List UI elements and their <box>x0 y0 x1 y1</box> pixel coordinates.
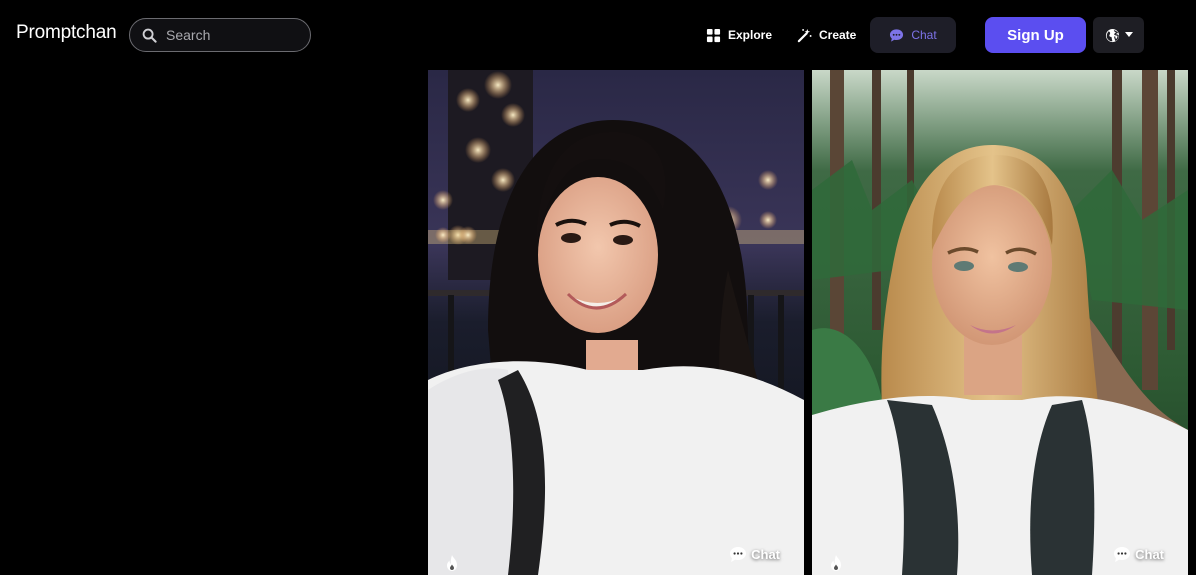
nav-create-button[interactable]: Create <box>789 17 864 53</box>
nav-create-label: Create <box>819 28 857 42</box>
nav-explore-button[interactable]: Explore <box>698 17 780 53</box>
search-box[interactable] <box>129 18 311 52</box>
character-image <box>812 70 1188 575</box>
sign-up-button[interactable]: Sign Up <box>985 17 1086 53</box>
card-chat-button[interactable]: Chat <box>729 546 780 563</box>
nav-chat-label: Chat <box>911 28 937 42</box>
nav-chat-button[interactable]: Chat <box>870 17 956 53</box>
chat-bubble-icon <box>730 547 747 562</box>
chat-bubble-icon <box>890 28 904 42</box>
search-input[interactable] <box>166 27 296 43</box>
fire-icon <box>831 555 841 571</box>
site-logo[interactable]: Promptchan <box>16 22 117 44</box>
grid-icon <box>706 28 721 42</box>
character-card[interactable]: Chat <box>812 70 1188 575</box>
top-navigation-bar: Promptchan Explore Create <box>0 0 1196 70</box>
search-icon <box>142 28 157 43</box>
fire-icon <box>447 555 457 571</box>
language-selector[interactable] <box>1093 17 1144 53</box>
character-card[interactable]: Chat <box>428 70 804 575</box>
character-image <box>428 70 804 575</box>
caret-down-icon <box>1124 32 1133 37</box>
magic-wand-icon <box>797 28 812 42</box>
card-chat-label: Chat <box>751 547 780 562</box>
card-chat-button[interactable]: Chat <box>1113 546 1164 563</box>
chat-bubble-icon <box>1114 547 1131 562</box>
nav-explore-label: Explore <box>728 28 773 42</box>
card-chat-label: Chat <box>1135 547 1164 562</box>
globe-icon <box>1105 28 1119 42</box>
